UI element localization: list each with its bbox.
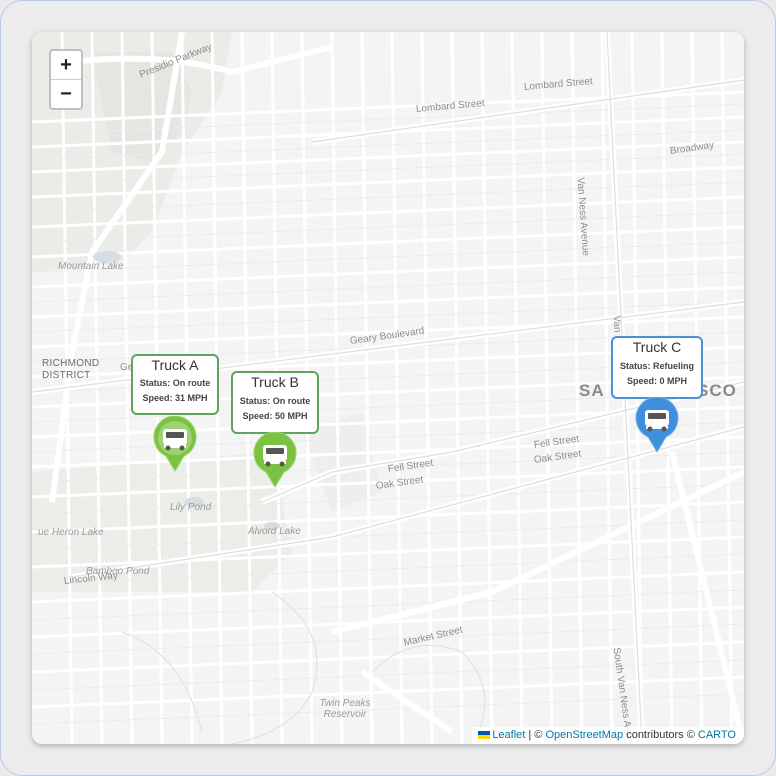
- label-mountain-lake: Mountain Lake: [58, 261, 124, 272]
- carto-link[interactable]: CARTO: [698, 729, 736, 741]
- vehicle-status: Status: On route: [239, 396, 311, 406]
- bus-icon: [163, 429, 187, 451]
- vehicle-name: Truck B: [251, 374, 299, 390]
- vehicle-popup-truck-c[interactable]: Truck C Status: Refueling Speed: 0 MPH: [611, 336, 703, 399]
- zoom-in-button[interactable]: +: [51, 51, 81, 80]
- vehicle-popup-truck-a[interactable]: Truck A Status: On route Speed: 31 MPH: [131, 354, 219, 415]
- leaflet-link[interactable]: Leaflet: [492, 729, 525, 741]
- zoom-control: + −: [49, 49, 83, 110]
- map-attribution: Leaflet | © OpenStreetMap contributors ©…: [472, 727, 744, 744]
- label-richmond-district: Richmond District: [42, 358, 100, 381]
- label-san-francisco-left: SA: [579, 381, 605, 400]
- bus-icon: [263, 445, 287, 467]
- attribution-separator: | ©: [525, 729, 546, 741]
- vehicle-status: Status: On route: [139, 378, 211, 388]
- vehicle-speed: Speed: 0 MPH: [626, 376, 687, 386]
- vehicle-speed: Speed: 31 MPH: [142, 393, 208, 403]
- attribution-contributors: contributors ©: [623, 729, 698, 741]
- ukraine-flag-icon: [478, 731, 491, 740]
- bus-marker-truck-a[interactable]: [152, 415, 198, 472]
- label-lily-pond: Lily Pond: [170, 502, 212, 513]
- label-alvord-lake: Alvord Lake: [248, 526, 301, 537]
- bus-marker-truck-c[interactable]: [634, 396, 680, 453]
- zoom-out-button[interactable]: −: [51, 80, 81, 108]
- bus-icon: [645, 410, 669, 432]
- map-container[interactable]: Presidio Parkway Lombard Street Lombard …: [32, 32, 744, 744]
- label-twin-peaks-reservoir: Twin Peaks Reservoir: [319, 698, 371, 720]
- bus-marker-truck-b[interactable]: [252, 431, 298, 488]
- vehicle-status: Status: Refueling: [619, 361, 694, 371]
- vehicle-speed: Speed: 50 MPH: [242, 411, 308, 421]
- vehicle-name: Truck A: [151, 357, 199, 373]
- vehicle-name: Truck C: [632, 339, 682, 355]
- openstreetmap-link[interactable]: OpenStreetMap: [545, 729, 623, 741]
- label-blue-heron-lake: ue Heron Lake: [38, 527, 104, 538]
- vehicle-popup-truck-b[interactable]: Truck B Status: On route Speed: 50 MPH: [231, 371, 319, 434]
